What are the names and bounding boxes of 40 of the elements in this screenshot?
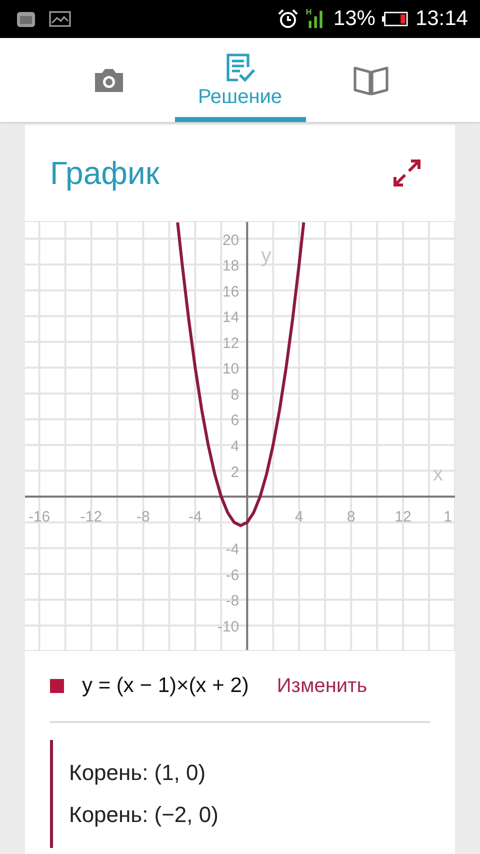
image-icon [49, 9, 71, 29]
x-tick-label: -4 [188, 508, 202, 526]
y-tick-label: 12 [222, 334, 240, 352]
y-tick-label: -6 [226, 566, 240, 584]
y-tick-label: 16 [222, 283, 240, 300]
x-tick-label: 4 [294, 508, 304, 526]
y-tick-label: -8 [226, 592, 240, 610]
x-axis-label: x [433, 464, 443, 486]
root-label: Корень: [69, 802, 148, 828]
card-title: График [50, 154, 160, 192]
y-tick-label: 6 [230, 412, 240, 430]
expand-icon[interactable] [391, 157, 423, 189]
y-tick-label: 14 [222, 309, 240, 326]
battery-percent: 13% [333, 7, 376, 31]
y-tick-label: 2 [230, 464, 240, 481]
y-tick-label: 10 [222, 360, 240, 378]
x-tick-label: -8 [136, 508, 150, 526]
x-tick-label: -12 [80, 508, 102, 526]
function-formula: y = (x − 1)×(x + 2) [82, 674, 249, 698]
y-tick-label: 4 [230, 438, 240, 456]
checklist-icon [224, 52, 256, 84]
y-tick-label: 8 [230, 386, 240, 404]
root-value: (1, 0) [154, 760, 206, 786]
edit-link[interactable]: Изменить [276, 674, 368, 698]
alarm-icon [277, 8, 300, 30]
y-tick-label: -10 [217, 618, 240, 636]
book-icon [353, 64, 389, 96]
x-tick-label: 12 [394, 508, 412, 526]
root-label: Корень: [69, 760, 148, 786]
y-tick-label: -4 [226, 541, 240, 558]
battery-icon [382, 11, 408, 27]
x-tick-label: -16 [28, 508, 50, 526]
root-value: (−2, 0) [154, 802, 218, 828]
y-tick-label: 20 [222, 232, 240, 249]
camera-icon [93, 66, 125, 94]
x-tick-label: 1 [444, 508, 452, 526]
y-tick-label: 18 [222, 258, 240, 275]
y-axis-label: y [261, 245, 272, 267]
x-tick-label: 8 [346, 508, 356, 526]
clock-time: 13:14 [415, 7, 468, 31]
